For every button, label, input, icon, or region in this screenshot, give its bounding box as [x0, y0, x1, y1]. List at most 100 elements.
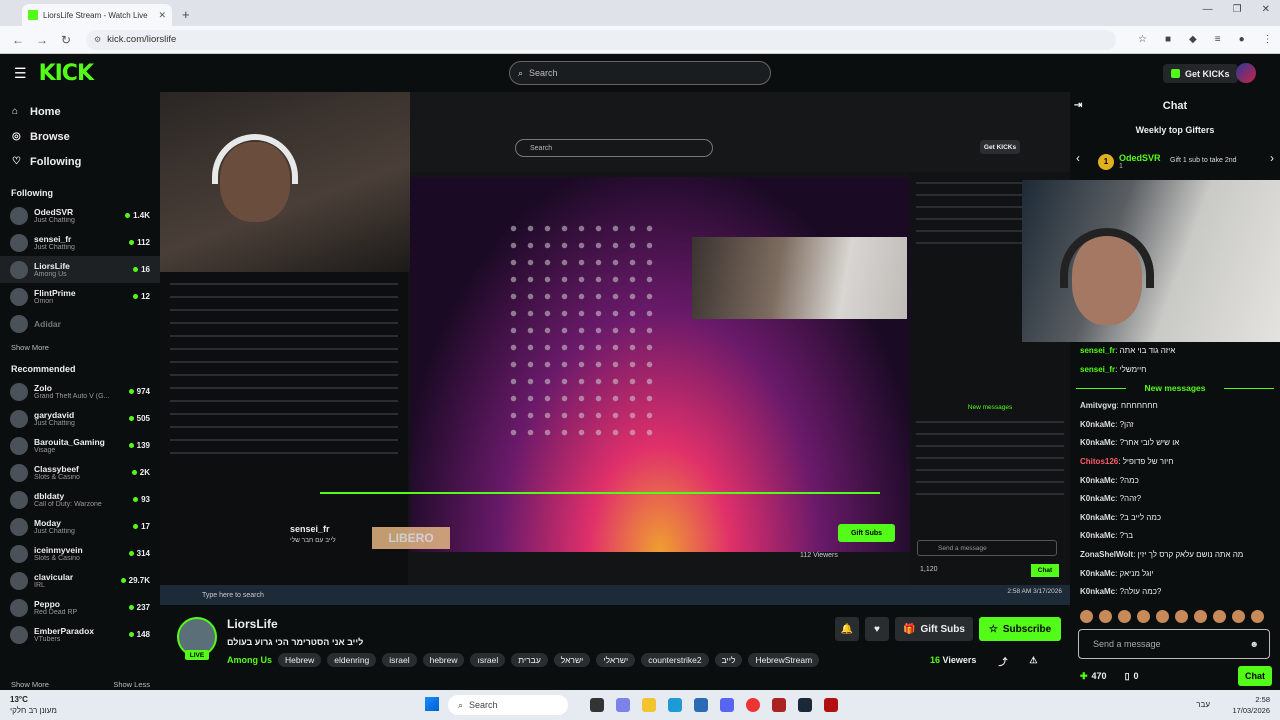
kicks-balance[interactable]: 470: [1092, 671, 1107, 681]
minimize-icon[interactable]: —: [1203, 4, 1213, 15]
stream-tag[interactable]: Hebrew: [278, 653, 322, 667]
recommended-channel[interactable]: EmberParadox VTubers 148: [0, 621, 160, 648]
chat-username[interactable]: K0nkaMc: [1080, 587, 1115, 596]
taskbar-search[interactable]: ⌕ Search: [448, 695, 568, 715]
puzzle-icon[interactable]: ◆: [1189, 34, 1197, 45]
bookmark-star-icon[interactable]: ☆: [1138, 34, 1147, 45]
recommended-channel[interactable]: Classybeef Slots & Casino 2K: [0, 459, 160, 486]
recommended-channel[interactable]: dbldaty Call of Duty: Warzone 93: [0, 486, 160, 513]
recommended-channel[interactable]: Zolo Grand Theft Auto V (G... 974: [0, 378, 160, 405]
chat-username[interactable]: K0nkaMc: [1080, 476, 1115, 485]
chat-username[interactable]: Amitvgvg: [1080, 401, 1116, 410]
following-channel[interactable]: OdedSVR Just Chatting 1.4K: [0, 202, 160, 229]
follow-heart-icon[interactable]: ♥: [865, 617, 889, 641]
close-window-icon[interactable]: ✕: [1262, 4, 1270, 15]
chat-username[interactable]: sensei_fr: [1080, 365, 1115, 374]
file-explorer-icon[interactable]: [642, 698, 656, 712]
chevron-left-icon[interactable]: ‹: [1076, 151, 1080, 165]
edge-icon[interactable]: [668, 698, 682, 712]
following-show-more[interactable]: Show More: [0, 343, 160, 352]
recommended-channel[interactable]: Peppo Red Dead RP 237: [0, 594, 160, 621]
stream-tag[interactable]: ישראל: [553, 653, 591, 667]
steam-icon[interactable]: [798, 698, 812, 712]
new-tab-button[interactable]: +: [182, 7, 190, 22]
emote-bar[interactable]: [1080, 610, 1264, 623]
stream-tag[interactable]: hebrew: [422, 653, 465, 667]
following-channel[interactable]: Adidar: [0, 310, 160, 337]
nav-following[interactable]: ♡ Following: [0, 149, 160, 174]
back-icon[interactable]: ←: [12, 33, 24, 47]
weather-widget[interactable]: 13°C מעונן רב חלקי: [10, 694, 57, 716]
report-icon[interactable]: ⚠: [1029, 655, 1037, 668]
stream-tag[interactable]: עברית: [511, 653, 548, 667]
share-icon[interactable]: ⤴: [998, 655, 1007, 668]
chat-username[interactable]: Chitos126: [1080, 457, 1118, 466]
site-info-icon[interactable]: ⚙: [94, 35, 101, 44]
stream-tag[interactable]: ישראלי: [596, 653, 636, 667]
recommended-channel[interactable]: clavicular IRL 29.7K: [0, 567, 160, 594]
maximize-icon[interactable]: ❐: [1233, 4, 1242, 15]
store-icon[interactable]: [694, 698, 708, 712]
chat-username[interactable]: K0nkaMc: [1080, 513, 1115, 522]
streamer-name[interactable]: LiorsLife: [227, 617, 278, 631]
emote-icon[interactable]: [1118, 610, 1131, 623]
nav-home[interactable]: ⌂ Home: [0, 99, 160, 124]
emote-icon[interactable]: [1251, 610, 1264, 623]
recommended-show-more[interactable]: Show More: [11, 680, 49, 689]
emote-icon[interactable]: [1099, 610, 1112, 623]
emote-icon[interactable]: [1213, 610, 1226, 623]
menu-dots-icon[interactable]: ⋮: [1263, 34, 1273, 45]
video-player[interactable]: Search Get KICKs New messages LIBERO sen…: [160, 92, 1070, 605]
task-view-icon[interactable]: [590, 698, 604, 712]
chat-username[interactable]: K0nkaMc: [1080, 420, 1115, 429]
recommended-channel[interactable]: garydavid Just Chatting 505: [0, 405, 160, 432]
emote-icon[interactable]: [1080, 610, 1093, 623]
reload-icon[interactable]: ↻: [60, 33, 72, 47]
new-messages-divider[interactable]: New messages: [1070, 379, 1280, 397]
recommended-channel[interactable]: Moday Just Chatting 17: [0, 513, 160, 540]
browser-tab[interactable]: LiorsLife Stream - Watch Live ✕: [22, 4, 172, 26]
following-channel[interactable]: LiorsLife Among Us 16: [0, 256, 160, 283]
chat-message-input[interactable]: Send a message ☻: [1078, 629, 1270, 659]
extension-icon[interactable]: ■: [1165, 34, 1171, 45]
start-button-icon[interactable]: [425, 697, 439, 711]
user-avatar[interactable]: [1236, 63, 1256, 83]
app-icon-2[interactable]: [824, 698, 838, 712]
nav-browse[interactable]: ◎ Browse: [0, 124, 160, 149]
stream-tag[interactable]: לייב: [714, 653, 743, 667]
chat-username[interactable]: K0nkaMc: [1080, 438, 1115, 447]
kick-logo[interactable]: KICK: [39, 61, 94, 86]
emote-icon[interactable]: [1156, 610, 1169, 623]
chat-username[interactable]: K0nkaMc: [1080, 494, 1115, 503]
forward-icon[interactable]: →: [36, 33, 48, 47]
stream-tag[interactable]: israel: [382, 653, 417, 667]
hamburger-menu-icon[interactable]: ☰: [14, 65, 27, 82]
stream-tag[interactable]: eldenring: [327, 653, 377, 667]
emote-icon[interactable]: [1137, 610, 1150, 623]
gift-subs-button[interactable]: 🎁 Gift Subs: [895, 617, 973, 641]
emote-icon[interactable]: [1175, 610, 1188, 623]
recommended-channel[interactable]: Barouita_Gaming Visage 139: [0, 432, 160, 459]
tab-close-icon[interactable]: ✕: [158, 10, 166, 21]
keyboard-language[interactable]: עבר: [1196, 700, 1210, 709]
teams-icon[interactable]: [616, 698, 630, 712]
subscribe-button[interactable]: ☆ Subscribe: [978, 617, 1062, 641]
sidepanel-icon[interactable]: ≡: [1215, 34, 1221, 45]
emoji-picker-icon[interactable]: ☻: [1250, 639, 1259, 649]
emote-icon[interactable]: [1194, 610, 1207, 623]
chat-username[interactable]: ZonaShelWolt: [1080, 550, 1133, 559]
chat-username[interactable]: K0nkaMc: [1080, 569, 1115, 578]
chat-send-button[interactable]: Chat: [1238, 666, 1272, 686]
pin-icon[interactable]: ▯: [1125, 671, 1130, 682]
chrome-icon[interactable]: [746, 698, 760, 712]
get-kicks-button[interactable]: Get KICKs: [1163, 64, 1238, 83]
notify-bell-icon[interactable]: 🔔: [835, 617, 859, 641]
following-channel[interactable]: FlintPrime Omori 12: [0, 283, 160, 310]
recommended-channel[interactable]: iceinmyvein Slots & Casino 314: [0, 540, 160, 567]
stream-tag[interactable]: HebrewStream: [748, 653, 820, 667]
emote-icon[interactable]: [1232, 610, 1245, 623]
stream-category[interactable]: Among Us: [227, 655, 272, 665]
stream-tag[interactable]: counterstrike2: [641, 653, 709, 667]
url-field[interactable]: ⚙ kick.com/liorslife: [86, 29, 1116, 50]
following-channel[interactable]: sensei_fr Just Chatting 112: [0, 229, 160, 256]
